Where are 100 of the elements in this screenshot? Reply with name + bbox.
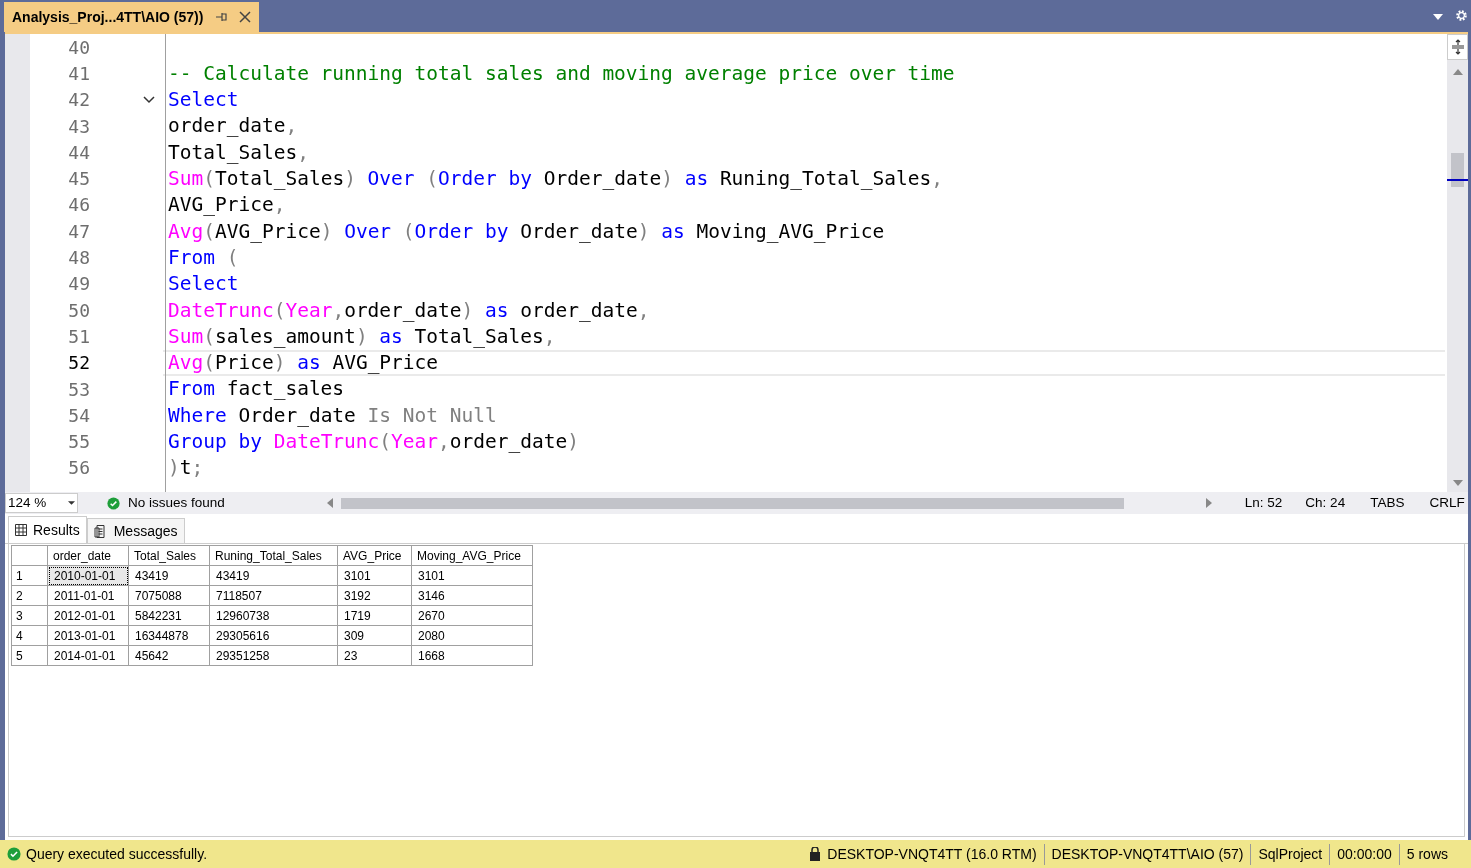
table-cell: 7075088 [128, 585, 210, 606]
line-number: 53 [67, 377, 90, 402]
result-tab[interactable]: Messages [86, 518, 185, 543]
line-number: 42 [67, 88, 90, 113]
line-number: 50 [67, 298, 90, 323]
table-cell: 3101 [337, 565, 412, 586]
pin-icon[interactable] [215, 11, 228, 23]
login-name: DESKTOP-VNQT4TT\AIO (57) [1044, 843, 1252, 865]
table-cell: 2012-01-01 [47, 605, 129, 626]
table-cell: 16344878 [128, 625, 210, 646]
table-cell: 23 [337, 645, 412, 666]
line-number: 51 [67, 324, 90, 349]
line-number: 44 [67, 140, 90, 165]
grid-icon [15, 524, 27, 536]
column-indicator: Ch: 24 [1305, 493, 1346, 512]
table-cell: 3192 [337, 585, 412, 606]
line-number: 54 [67, 403, 90, 428]
split-button[interactable] [1447, 34, 1468, 60]
code-line: Select [168, 271, 239, 298]
server-name: DESKTOP-VNQT4TT (16.0 RTM) [827, 843, 1045, 865]
column-header[interactable]: AVG_Price [337, 545, 412, 566]
check-circle-icon [7, 847, 21, 861]
code-line: order_date, [168, 113, 298, 140]
line-number: 40 [67, 35, 90, 60]
table-cell: 29305616 [209, 625, 338, 646]
column-header[interactable]: Total_Sales [128, 545, 210, 566]
column-header[interactable]: Runing_Total_Sales [209, 545, 338, 566]
horizontal-scroll-thumb[interactable] [340, 497, 1124, 509]
line-number: 45 [67, 167, 90, 192]
row-number[interactable]: 1 [11, 565, 48, 586]
code-line: Avg(Price) as AVG_Price [168, 350, 439, 377]
line-number: 55 [67, 430, 90, 455]
column-header[interactable]: order_date [47, 545, 129, 566]
close-icon[interactable] [239, 11, 252, 23]
scroll-up-icon[interactable] [1452, 69, 1463, 75]
scroll-right-icon[interactable] [1205, 498, 1212, 508]
table-cell: 29351258 [209, 645, 338, 666]
code-line: AVG_Price, [168, 192, 286, 219]
code-line: From ( [168, 244, 239, 271]
scroll-thumb[interactable] [1451, 153, 1464, 187]
code-line: Total_Sales, [168, 139, 309, 166]
row-number[interactable]: 3 [11, 605, 48, 626]
indent-indicator: TABS [1370, 493, 1405, 512]
check-circle-icon [107, 496, 120, 510]
elapsed-time: 00:00:00 [1330, 843, 1400, 865]
document-icon [93, 523, 108, 539]
table-cell: 45642 [128, 645, 210, 666]
collapse-chevron-icon[interactable] [143, 95, 155, 104]
line-number: 49 [67, 272, 90, 297]
scroll-left-icon[interactable] [326, 498, 333, 508]
caret-icon [68, 501, 75, 505]
code-line: )t; [168, 455, 204, 482]
tab-title: Analysis_Proj...4TT\AIO (57)) [12, 7, 204, 27]
code-line: From fact_sales [168, 376, 345, 403]
row-number[interactable]: 4 [11, 625, 48, 646]
table-cell: 2011-01-01 [47, 585, 129, 606]
dropdown-caret-icon[interactable] [1433, 14, 1443, 20]
table-cell: 1668 [411, 645, 533, 666]
column-header[interactable]: Moving_AVG_Price [411, 545, 533, 566]
table-cell: 2013-01-01 [47, 625, 129, 646]
table-cell: 2670 [411, 605, 533, 626]
database-name: SqlProject [1251, 843, 1331, 865]
line-number: 41 [67, 61, 90, 86]
line-number: 46 [67, 193, 90, 218]
code-line: Group by DateTrunc(Year,order_date) [168, 429, 579, 455]
line-number: 43 [67, 114, 90, 139]
scroll-down-icon[interactable] [1452, 480, 1463, 486]
issues-status: No issues found [128, 493, 225, 512]
settings-icon[interactable] [1455, 9, 1468, 22]
line-ending-indicator: CRLF [1429, 493, 1465, 512]
table-cell: 12960738 [209, 605, 338, 626]
caret-position-marker [1447, 179, 1468, 181]
code-line: Sum(sales_amount) as Total_Sales, [168, 323, 556, 350]
vertical-scrollbar[interactable] [1447, 34, 1468, 492]
line-number: 48 [67, 246, 90, 271]
result-tab[interactable]: Results [8, 516, 87, 543]
document-tab[interactable]: Analysis_Proj...4TT\AIO (57)) [4, 2, 260, 32]
zoom-dropdown[interactable]: 124 % [5, 493, 78, 513]
line-indicator: Ln: 52 [1244, 493, 1283, 512]
split-arrows-icon [1450, 39, 1465, 55]
table-cell: 3146 [411, 585, 533, 606]
table-cell: 309 [337, 625, 412, 646]
table-cell: 43419 [128, 565, 210, 586]
table-cell: 7118507 [209, 585, 338, 606]
table-cell: 2080 [411, 625, 533, 646]
table-cell: 3101 [411, 565, 533, 586]
table-cell: 43419 [209, 565, 338, 586]
code-line: Sum(Total_Sales) Over (Order by Order_date) as Runing_Total_Sales, [168, 166, 943, 192]
table-cell: 5842231 [128, 605, 210, 626]
code-line: -- Calculate running total sales and moving average price over time [168, 60, 955, 87]
line-number: 56 [67, 456, 90, 481]
code-line: Select [168, 87, 239, 114]
code-line: DateTrunc(Year,order_date) as order_date, [168, 297, 650, 324]
row-number[interactable]: 5 [11, 645, 48, 666]
table-cell: 1719 [337, 605, 412, 626]
table-cell: 2014-01-01 [47, 645, 129, 666]
row-number[interactable]: 2 [11, 585, 48, 606]
line-number: 47 [67, 219, 90, 244]
line-number: 52 [67, 351, 90, 376]
code-line: Avg(AVG_Price) Over (Order by Order_date) as Moving_AVG_Price [168, 218, 885, 245]
